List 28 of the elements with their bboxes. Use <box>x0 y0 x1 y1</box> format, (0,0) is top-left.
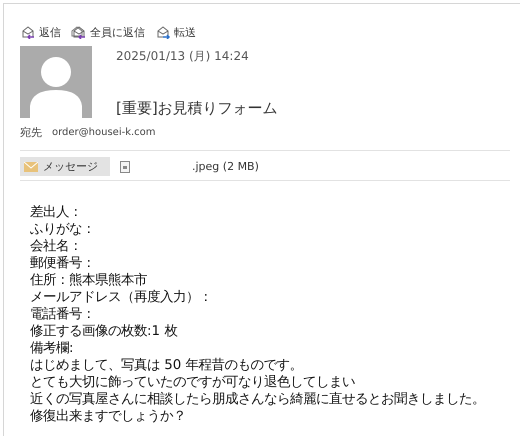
action-button[interactable]: 全員に返信 <box>71 24 145 40</box>
file-icon <box>120 160 130 172</box>
body-text-line: 会社名： <box>30 238 83 255</box>
body-text-line: 郵便番号： <box>30 255 96 272</box>
recipient-address: order@housei-k.com <box>52 126 156 138</box>
body-text-line: 電話番号： <box>30 306 96 323</box>
body-text-line: メールアドレス（再度入力）： <box>30 289 213 306</box>
attachment-tab[interactable]: メッセージ <box>20 157 110 176</box>
action-button[interactable]: 返信 <box>20 24 61 40</box>
body-text-line: 差出人： <box>30 204 83 221</box>
body-text-line: 住所：熊本県熊本市 <box>30 272 148 289</box>
sent-date: 2025/01/13 (月) 14:24 <box>116 48 250 65</box>
body-text-line: 備考欄: <box>30 340 75 357</box>
body-text-line: はじめまして、写真は 50 年程昔のものです。 <box>30 357 304 374</box>
body-text-line: ふりがな： <box>30 221 96 238</box>
body-text-line: 近くの写真屋さんに相談したら朋成さんなら綺麗に直せるとお聞きしました。 <box>30 391 486 408</box>
envelope-arrow-icon <box>71 25 87 39</box>
avatar-silhouette <box>20 46 92 118</box>
action-button[interactable]: 転送 <box>155 24 196 40</box>
body-text-line: 修復出来ますでしょうか？ <box>30 408 187 425</box>
envelope-arrow-icon <box>20 25 36 39</box>
email-subject: [重要]お見積りフォーム <box>116 99 278 118</box>
to-label: 宛先 <box>20 124 42 140</box>
envelope-arrow-icon <box>155 25 171 39</box>
envelope-icon <box>24 162 38 172</box>
body-text-line: 修正する画像の枚数:1 枚 <box>30 323 178 340</box>
body-text-line: とても大切に飾っていたのですが可なり退色してしまい <box>30 374 356 391</box>
attachment-tab[interactable]: .jpeg (2 MB) <box>116 157 263 176</box>
